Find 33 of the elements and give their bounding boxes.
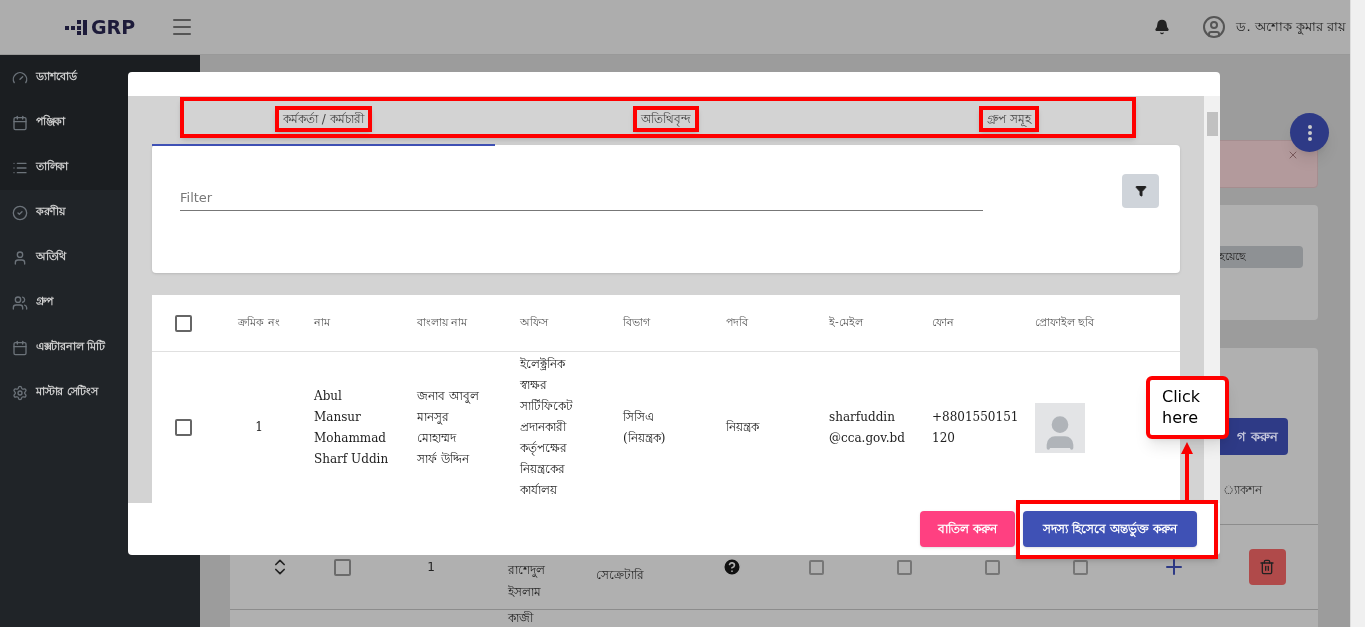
add-member-button[interactable]: সদস্য হিসেবে অন্তর্ভুক্ত করুন (1023, 511, 1197, 547)
table-cell-text: +8801550151 120 (931, 408, 1020, 447)
column-header: ্যাকশন (1223, 481, 1264, 499)
table-cell-text: সেক্রেটারি (596, 567, 644, 584)
logo-text: GRP (90, 14, 136, 40)
table-cell-text: জনাব আবুল মানসুর মোহাম্মদ সার্ফ উদ্দিন (416, 387, 480, 468)
tab[interactable]: অতিথিবৃন্দ (494, 96, 838, 146)
table-cell-text: 1 (427, 559, 435, 576)
tab[interactable]: গ্রুপ সমূহ (837, 96, 1180, 146)
table-cell-text: ইলেক্ট্রনিক স্বাক্ষর সার্টিফিকেট প্রদানকারী কর্তৃপক্ষের নিয়ন্ত্রকের কার্যালয় (519, 356, 574, 499)
filter-field[interactable]: Filter (180, 185, 983, 211)
table-cell-text: রাশেদুল ইসলাম (508, 562, 545, 601)
sidebar-item[interactable]: মাস্টার সেটিংস (0, 370, 200, 415)
column-header: পদবি (725, 314, 749, 331)
column-header: ক্রমিক নং (237, 314, 281, 331)
sidebar-item[interactable]: গ্রুপ (0, 280, 200, 325)
table-cell-text: নিয়ন্ত্রক (725, 419, 761, 436)
table-cell: কাজী (508, 611, 533, 625)
column-header: বাংলায় নাম (416, 314, 469, 331)
table-cell-text: Abul Mansur Mohammad Sharf Uddin (313, 387, 390, 468)
callout-box: Click here (1146, 376, 1229, 439)
table-cell-text: sharfuddin @cca.gov.bd (828, 408, 906, 447)
column-header: ফোন (931, 314, 955, 331)
column-header: ই-মেইল (828, 314, 865, 331)
table-cell-text: 1 (254, 419, 264, 436)
column-header: নাম (313, 314, 331, 331)
sidebar-item[interactable]: এক্সটারনাল মিটি (0, 325, 200, 370)
table-cell-text: সিসিএ (নিয়ন্ত্রক) (622, 408, 667, 447)
user-name[interactable]: ড. অশোক কুমার রায় (1236, 17, 1346, 37)
column-header: প্রোফাইল ছবি (1034, 314, 1096, 331)
sidebar-item[interactable]: অতিথি (0, 235, 200, 280)
column-header: অফিস (519, 314, 550, 331)
column-header: বিভাগ (622, 314, 652, 331)
